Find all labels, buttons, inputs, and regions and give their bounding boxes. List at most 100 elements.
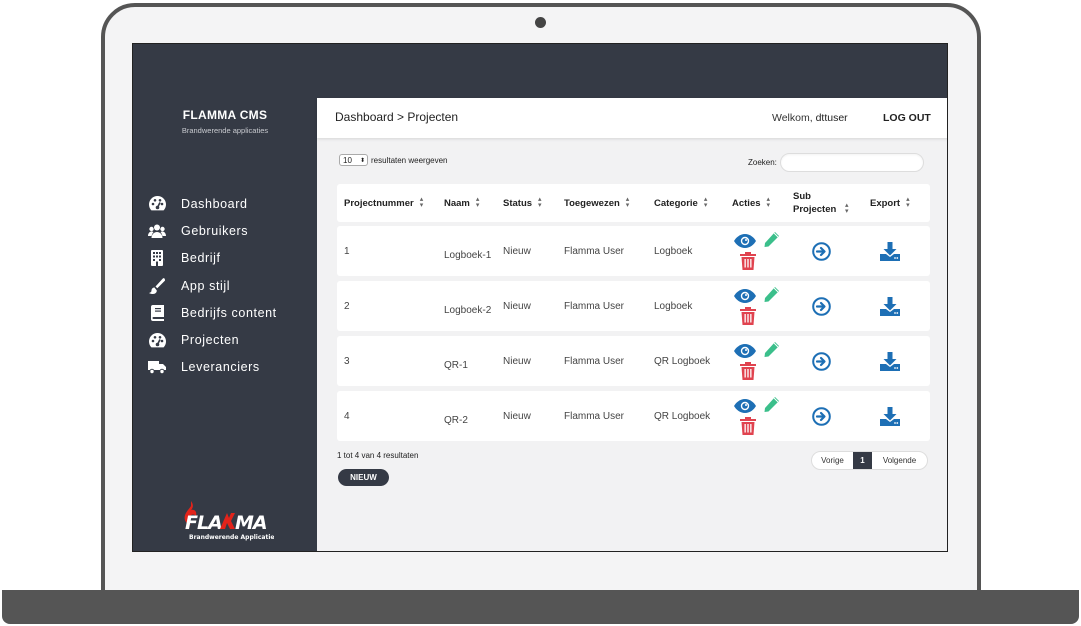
col-status[interactable]: Status ▴ ▾ [503, 184, 564, 222]
cell-categorie: QR Logboek [654, 336, 732, 386]
sidebar-item-bedrijfs-content[interactable]: Bedrijfs content [148, 299, 313, 326]
column-label: Naam [444, 197, 470, 209]
col-toegewezen[interactable]: Toegewezen ▴ ▾ [564, 184, 654, 222]
cell-export [870, 336, 930, 386]
sidebar-item-leveranciers[interactable]: Leveranciers [148, 354, 313, 381]
actions-group [732, 281, 793, 331]
eye-icon[interactable] [734, 234, 756, 251]
sort-icon: ▴ ▾ [766, 196, 771, 209]
brush-icon [148, 277, 166, 295]
cell-text: Nieuw [503, 245, 531, 257]
actions-group [732, 391, 793, 441]
sidebar-item-label: Gebruikers [181, 223, 249, 238]
col-naam[interactable]: Naam ▴ ▾ [444, 184, 503, 222]
cell-categorie: QR Logboek [654, 391, 732, 441]
col-sub-projecten[interactable]: Sub Projecten ▴ ▾ [793, 184, 870, 222]
sidebar-item-projecten[interactable]: Projecten [148, 326, 313, 353]
sidebar-item-app-stijl[interactable]: App stijl [148, 272, 313, 299]
page-length-label: resultaten weergeven [371, 155, 448, 165]
col-projectnummer[interactable]: Projectnummer ▴ ▾ [337, 184, 444, 222]
cell-text: 3 [344, 355, 350, 367]
pencil-icon[interactable] [762, 341, 780, 362]
cell-text: 1 [344, 245, 350, 257]
cell-text: Flamma User [564, 355, 625, 367]
username: dttuser [815, 112, 848, 124]
sidebar-item-label: App stijl [181, 278, 231, 293]
column-label: Acties [732, 197, 761, 209]
cell-toegewezen: Flamma User [564, 281, 654, 331]
download-icon[interactable] [860, 296, 920, 316]
logout-button[interactable]: LOG OUT [883, 112, 931, 124]
sidebar-item-label: Leveranciers [181, 360, 260, 375]
trash-icon[interactable] [740, 307, 756, 328]
eye-icon[interactable] [734, 399, 756, 416]
actions-group [732, 226, 793, 276]
trash-icon[interactable] [740, 252, 756, 273]
cell-sub-projecten [793, 281, 870, 331]
cell-projectnummer: 1 [337, 226, 444, 276]
trash-icon[interactable] [740, 362, 756, 383]
pagination-current[interactable]: 1 [853, 452, 872, 469]
dashboard-icon [148, 331, 166, 349]
building-icon [148, 249, 166, 267]
cell-status: Nieuw [503, 391, 564, 441]
cell-sub-projecten [793, 226, 870, 276]
cell-text: Flamma User [564, 245, 625, 257]
cell-export [870, 281, 930, 331]
eye-icon[interactable] [734, 344, 756, 361]
cell-text: Nieuw [503, 355, 531, 367]
cell-projectnummer: 2 [337, 281, 444, 331]
new-project-button[interactable]: NIEUW [338, 469, 389, 486]
cell-projectnummer: 4 [337, 391, 444, 441]
users-icon [148, 222, 166, 240]
cell-naam: Logboek-1 [444, 226, 503, 276]
pencil-icon[interactable] [762, 286, 780, 307]
column-label: Export [870, 197, 901, 209]
pencil-icon[interactable] [762, 231, 780, 252]
welcome-prefix: Welkom, [772, 112, 813, 124]
download-icon[interactable] [860, 406, 920, 426]
table-row: 1 Logboek-1 Nieuw Flamma User Logboek [337, 226, 930, 276]
cell-text: QR-2 [444, 415, 468, 426]
eye-icon[interactable] [734, 289, 756, 306]
sidebar-item-label: Bedrijf [181, 251, 221, 266]
trash-icon[interactable] [740, 417, 756, 438]
column-label: Projectnummer [344, 197, 414, 209]
sidebar-item-gebruikers[interactable]: Gebruikers [148, 217, 313, 244]
brand: FLAMMA CMS Brandwerende applicaties [133, 108, 317, 135]
arrow-circle-right-icon[interactable] [783, 351, 860, 371]
page-length-select[interactable]: 10 ⬍ [339, 154, 368, 166]
download-icon[interactable] [860, 351, 920, 371]
col-categorie[interactable]: Categorie ▴ ▾ [654, 184, 732, 222]
app-screen: FLAMMA CMS Brandwerende applicaties Dash… [132, 43, 948, 552]
sort-icon: ▴ ▾ [906, 196, 910, 209]
col-export[interactable]: Export ▴ ▾ [870, 184, 930, 222]
sidebar-item-bedrijf[interactable]: Bedrijf [148, 245, 313, 272]
pagination-next[interactable]: Volgende [872, 452, 927, 469]
pencil-icon[interactable] [762, 396, 780, 417]
arrow-circle-right-icon[interactable] [783, 406, 860, 426]
download-icon[interactable] [860, 241, 920, 261]
dashboard-icon [148, 195, 166, 213]
sort-icon: ▴ ▾ [475, 196, 480, 209]
cell-toegewezen: Flamma User [564, 226, 654, 276]
cell-text: QR Logboek [654, 410, 711, 422]
arrow-circle-right-icon[interactable] [783, 296, 860, 316]
sidebar-item-dashboard[interactable]: Dashboard [148, 190, 313, 217]
cell-export [870, 226, 930, 276]
breadcrumb: Dashboard > Projecten [335, 110, 459, 124]
arrow-circle-right-icon[interactable] [783, 241, 860, 261]
col-acties[interactable]: Acties ▴ ▾ [732, 184, 793, 222]
projects-table: Projectnummer ▴ ▾ Naam ▴ ▾ Status ▴ ▾ Toegewez… [337, 184, 930, 446]
cell-text: QR Logboek [654, 355, 711, 367]
cell-text: Logboek-2 [444, 305, 492, 316]
sidebar-item-label: Projecten [181, 333, 240, 348]
cell-text: 2 [344, 300, 350, 312]
sidebar-item-label: Bedrijfs content [181, 305, 277, 320]
search-input[interactable] [779, 153, 924, 172]
actions-group [732, 336, 793, 386]
cell-naam: QR-2 [444, 391, 503, 441]
cell-text: Logboek [654, 300, 693, 312]
sort-icon: ▴ ▾ [845, 202, 849, 215]
pagination-prev[interactable]: Vorige [812, 452, 853, 469]
